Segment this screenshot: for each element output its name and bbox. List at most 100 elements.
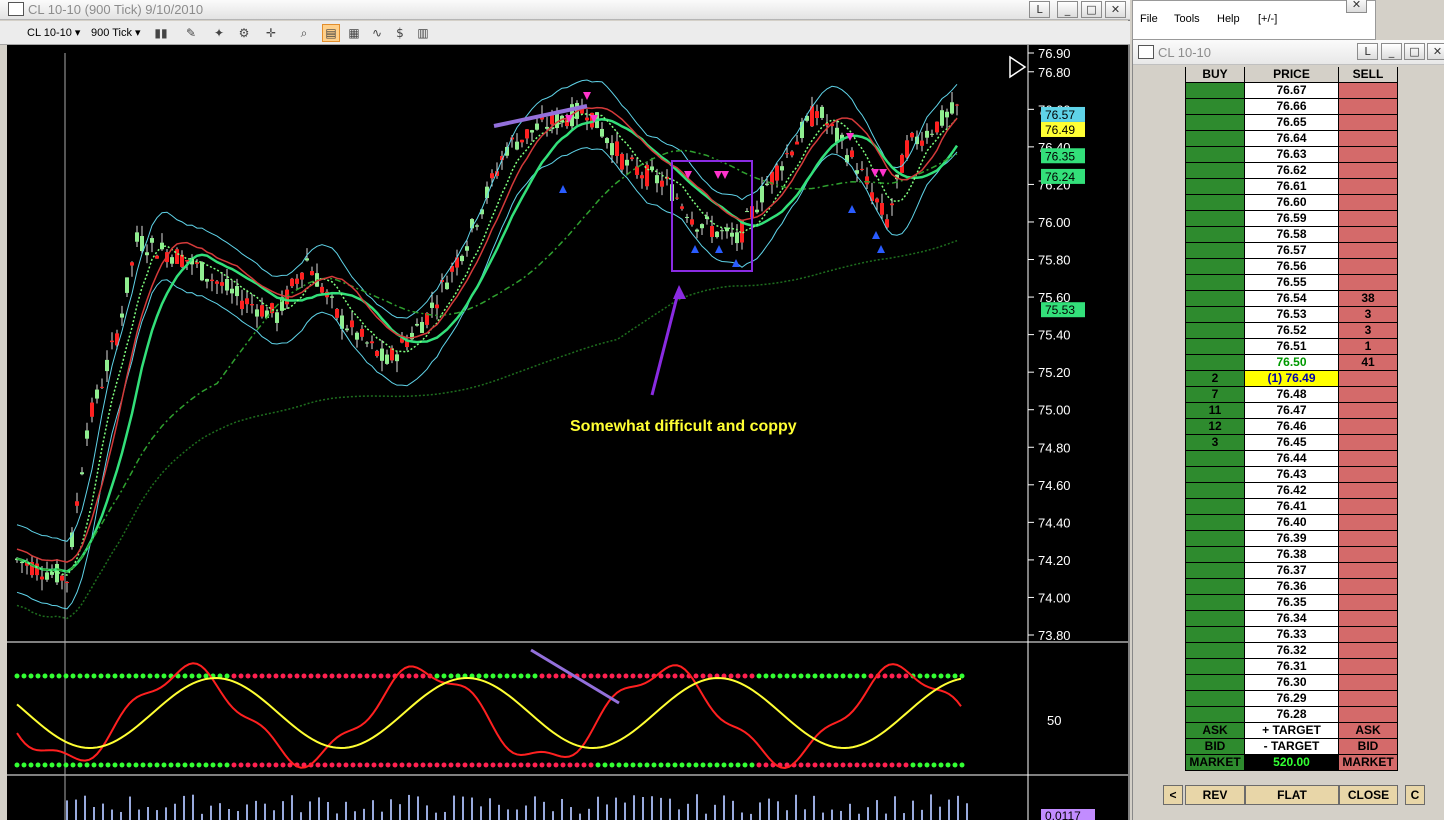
- footer-price-cell[interactable]: - TARGET: [1245, 739, 1339, 755]
- buy-cell[interactable]: 2: [1185, 371, 1245, 387]
- sell-cell[interactable]: [1339, 531, 1398, 547]
- footer-price-cell[interactable]: 520.00: [1245, 755, 1339, 771]
- buy-cell[interactable]: [1185, 467, 1245, 483]
- menu-help[interactable]: Help: [1217, 13, 1240, 25]
- price-cell[interactable]: 76.47: [1245, 403, 1339, 419]
- sell-cell[interactable]: [1339, 579, 1398, 595]
- ladder-row[interactable]: 76.57: [1185, 243, 1398, 259]
- price-cell[interactable]: 76.50: [1245, 355, 1339, 371]
- ladder-close-button[interactable]: ✕: [1427, 43, 1444, 60]
- ladder-row[interactable]: 76.59: [1185, 211, 1398, 227]
- price-cell[interactable]: 76.31: [1245, 659, 1339, 675]
- price-cell[interactable]: 76.43: [1245, 467, 1339, 483]
- price-cell[interactable]: 76.58: [1245, 227, 1339, 243]
- flat-button[interactable]: FLAT: [1245, 785, 1339, 805]
- sell-cell[interactable]: 38: [1339, 291, 1398, 307]
- buy-cell[interactable]: [1185, 355, 1245, 371]
- price-cell[interactable]: 76.28: [1245, 707, 1339, 723]
- reverse-button[interactable]: REV: [1185, 785, 1245, 805]
- buy-cell[interactable]: [1185, 83, 1245, 99]
- price-chart[interactable]: 76.9076.8076.6076.4076.2076.0075.8075.60…: [7, 45, 1128, 820]
- sell-cell[interactable]: [1339, 595, 1398, 611]
- sell-cell[interactable]: [1339, 419, 1398, 435]
- sell-cell[interactable]: [1339, 675, 1398, 691]
- sell-cell[interactable]: [1339, 435, 1398, 451]
- buy-cell[interactable]: [1185, 339, 1245, 355]
- buy-cell[interactable]: [1185, 483, 1245, 499]
- menu-tools[interactable]: Tools: [1174, 13, 1200, 25]
- price-cell[interactable]: 76.59: [1245, 211, 1339, 227]
- buy-cell[interactable]: [1185, 147, 1245, 163]
- ladder-row[interactable]: 76.66: [1185, 99, 1398, 115]
- price-cell[interactable]: 76.36: [1245, 579, 1339, 595]
- buy-cell[interactable]: [1185, 131, 1245, 147]
- period-combo[interactable]: 900 Tick ▾: [91, 25, 141, 42]
- buy-cell[interactable]: [1185, 291, 1245, 307]
- price-cell[interactable]: 76.38: [1245, 547, 1339, 563]
- ladder-row[interactable]: 76.38: [1185, 547, 1398, 563]
- chart-trader-icon[interactable]: ▤: [322, 24, 340, 42]
- ladder-minimize-button[interactable]: _: [1381, 43, 1402, 60]
- buy-cell[interactable]: [1185, 179, 1245, 195]
- ladder-row[interactable]: 76.36: [1185, 579, 1398, 595]
- buy-cell[interactable]: [1185, 691, 1245, 707]
- line-chart-icon[interactable]: ∿: [368, 24, 386, 42]
- ladder-row[interactable]: 76.53 3: [1185, 307, 1398, 323]
- ladder-row[interactable]: 76.32: [1185, 643, 1398, 659]
- ladder-row[interactable]: 76.50 41: [1185, 355, 1398, 371]
- ladder-row[interactable]: 12 76.46: [1185, 419, 1398, 435]
- price-cell[interactable]: 76.60: [1245, 195, 1339, 211]
- ladder-row[interactable]: 76.65: [1185, 115, 1398, 131]
- ladder-row[interactable]: 2 (1) 76.49: [1185, 371, 1398, 387]
- buy-cell[interactable]: [1185, 307, 1245, 323]
- ladder-row[interactable]: 76.44: [1185, 451, 1398, 467]
- ladder-row[interactable]: 76.30: [1185, 675, 1398, 691]
- price-cell[interactable]: 76.61: [1245, 179, 1339, 195]
- buy-cell[interactable]: [1185, 195, 1245, 211]
- price-cell[interactable]: 76.37: [1245, 563, 1339, 579]
- footer-price-cell[interactable]: + TARGET: [1245, 723, 1339, 739]
- footer-sell-cell[interactable]: MARKET: [1339, 755, 1398, 771]
- indicator-icon[interactable]: ✦: [210, 24, 228, 42]
- buy-cell[interactable]: [1185, 243, 1245, 259]
- ladder-titlebar[interactable]: CL 10-10 L _ □ ✕: [1133, 40, 1444, 65]
- buy-cell[interactable]: [1185, 707, 1245, 723]
- zoom-icon[interactable]: ⌕: [295, 24, 313, 42]
- sell-cell[interactable]: [1339, 99, 1398, 115]
- sell-cell[interactable]: [1339, 131, 1398, 147]
- sell-cell[interactable]: [1339, 83, 1398, 99]
- ladder-row[interactable]: 76.39: [1185, 531, 1398, 547]
- buy-cell[interactable]: [1185, 547, 1245, 563]
- chart-restore-button[interactable]: L: [1029, 1, 1050, 18]
- sell-cell[interactable]: 41: [1339, 355, 1398, 371]
- ladder-row[interactable]: 76.43: [1185, 467, 1398, 483]
- price-cell[interactable]: 76.40: [1245, 515, 1339, 531]
- buy-cell[interactable]: [1185, 323, 1245, 339]
- buy-cell[interactable]: [1185, 675, 1245, 691]
- ladder-footer-row[interactable]: MARKET 520.00 MARKET: [1185, 755, 1398, 771]
- price-cell[interactable]: 76.65: [1245, 115, 1339, 131]
- ladder-row[interactable]: 76.58: [1185, 227, 1398, 243]
- sell-cell[interactable]: [1339, 259, 1398, 275]
- buy-cell[interactable]: [1185, 227, 1245, 243]
- price-cell[interactable]: 76.66: [1245, 99, 1339, 115]
- price-cell[interactable]: 76.35: [1245, 595, 1339, 611]
- footer-sell-cell[interactable]: BID: [1339, 739, 1398, 755]
- data-box-icon[interactable]: ▦: [345, 24, 363, 42]
- price-cell[interactable]: 76.45: [1245, 435, 1339, 451]
- buy-cell[interactable]: [1185, 451, 1245, 467]
- buy-cell[interactable]: 12: [1185, 419, 1245, 435]
- ladder-row[interactable]: 76.42: [1185, 483, 1398, 499]
- price-cell[interactable]: 76.63: [1245, 147, 1339, 163]
- price-cell[interactable]: 76.57: [1245, 243, 1339, 259]
- close-position-button[interactable]: CLOSE: [1339, 785, 1398, 805]
- price-cell[interactable]: 76.33: [1245, 627, 1339, 643]
- footer-buy-cell[interactable]: ASK: [1185, 723, 1245, 739]
- ladder-row[interactable]: 7 76.48: [1185, 387, 1398, 403]
- sell-cell[interactable]: [1339, 147, 1398, 163]
- draw-tool-icon[interactable]: ✎: [182, 24, 200, 42]
- price-cell[interactable]: 76.62: [1245, 163, 1339, 179]
- sell-cell[interactable]: [1339, 627, 1398, 643]
- control-close-button[interactable]: ✕: [1346, 0, 1367, 13]
- buy-cell[interactable]: [1185, 643, 1245, 659]
